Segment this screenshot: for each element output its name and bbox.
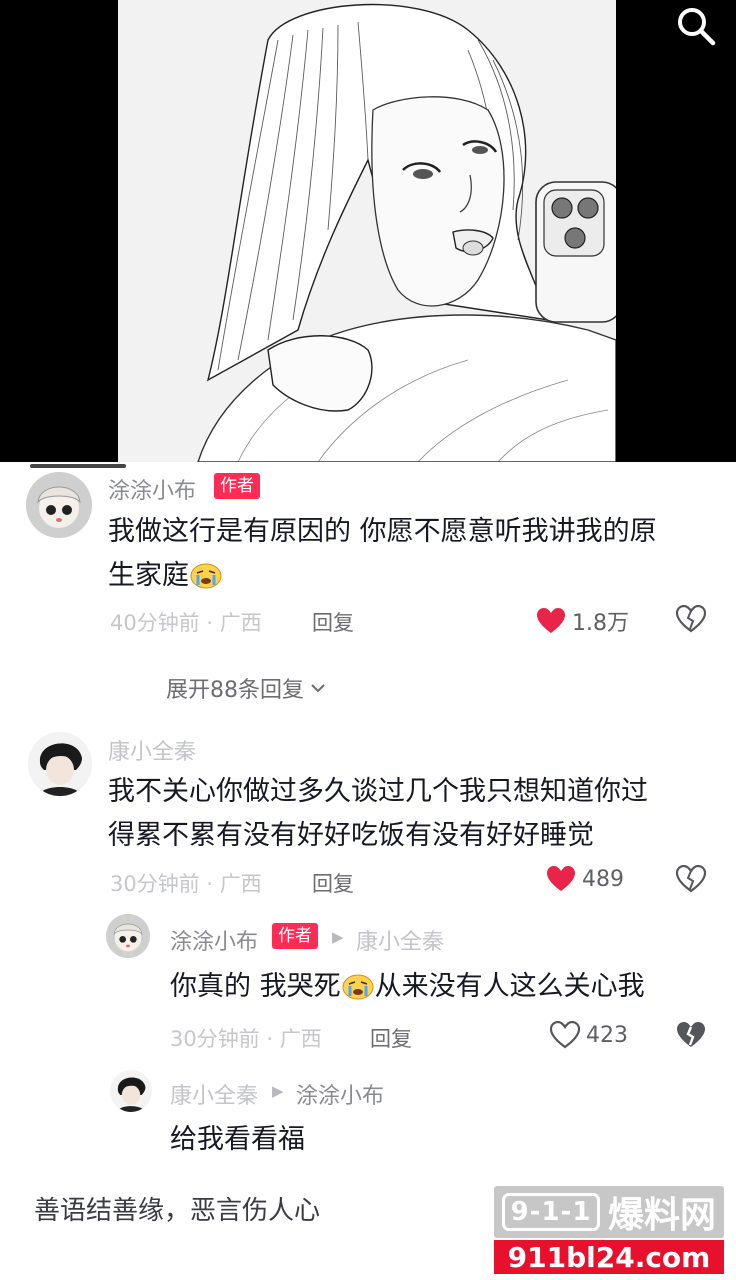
reply-to-username[interactable]: 涂涂小布	[296, 1078, 384, 1110]
reply-button[interactable]: 回复	[370, 1023, 412, 1053]
dislike-button[interactable]	[675, 604, 707, 637]
avatar[interactable]	[106, 914, 150, 958]
like-button[interactable]: 489	[546, 865, 624, 893]
comment-time: 30分钟前	[110, 872, 200, 896]
reply-text: 你真的 我哭死 从来没有人这么关心我	[170, 965, 710, 1009]
reply-username[interactable]: 康小全秦	[170, 1078, 258, 1110]
heart-icon	[537, 608, 565, 633]
comment-meta: 40分钟前 · 广西	[110, 607, 262, 637]
watermark-badge: 9-1-1	[502, 1193, 600, 1231]
heart-icon	[547, 866, 575, 891]
reply-button[interactable]: 回复	[312, 607, 354, 637]
like-button[interactable]: 1.8万	[536, 605, 629, 637]
comment-username[interactable]: 涂涂小布	[108, 473, 196, 505]
crying-face-emoji	[342, 974, 374, 1000]
watermark: 9-1-1 爆料网 911bl24.com	[494, 1186, 724, 1274]
dislike-button[interactable]	[675, 864, 707, 897]
like-count: 423	[586, 1022, 628, 1048]
meta-dot: ·	[206, 872, 214, 896]
avatar-image	[26, 472, 92, 538]
reply-text-part1: 你真的 我哭死	[170, 971, 341, 1002]
reply-time: 30分钟前	[170, 1027, 260, 1051]
reply-button[interactable]: 回复	[312, 868, 354, 898]
meta-dot: ·	[206, 611, 214, 635]
play-arrow-icon: ▶	[332, 928, 344, 946]
dislike-button[interactable]	[676, 1021, 706, 1053]
watermark-name: 爆料网	[608, 1195, 717, 1236]
chevron-down-icon	[311, 684, 325, 693]
broken-heart-icon	[675, 864, 707, 893]
author-badge: 作者	[214, 473, 260, 499]
comment-text: 我不关心你做过多久谈过几个我只想知道你过 得累不累有没有好好吃饭有没有好好睡觉	[108, 770, 718, 858]
reply-username[interactable]: 涂涂小布	[170, 924, 258, 956]
avatar-image	[28, 732, 92, 796]
play-arrow-icon: ▶	[272, 1082, 284, 1100]
comment-input-placeholder[interactable]: 善语结善缘，恶言伤人心	[34, 1190, 320, 1227]
avatar[interactable]	[26, 472, 92, 538]
avatar-image	[110, 1070, 152, 1112]
expand-replies-button[interactable]: 展开88条回复	[166, 672, 326, 704]
watermark-url: 911bl24.com	[494, 1240, 724, 1274]
reply-location: 广西	[279, 1027, 322, 1051]
comment-text-line2: 得累不累有没有好好吃饭有没有好好睡觉	[108, 820, 594, 851]
comment-text-line2: 生家庭	[108, 554, 708, 598]
crying-face-emoji	[190, 563, 222, 589]
like-button[interactable]: 423	[550, 1021, 628, 1049]
sketch-photo	[118, 0, 616, 462]
expand-replies-label: 展开88条回复	[166, 678, 304, 703]
search-icon	[678, 8, 716, 46]
reply-text: 给我看看福	[170, 1124, 305, 1155]
author-badge: 作者	[272, 923, 318, 949]
comment-location: 广西	[219, 611, 262, 635]
comment-text-line1: 我做这行是有原因的 你愿不愿意听我讲我的原	[108, 516, 657, 547]
comment-text-line2-text: 生家庭	[108, 560, 189, 591]
comment-text: 我做这行是有原因的 你愿不愿意听我讲我的原 生家庭	[108, 510, 708, 598]
broken-heart-icon	[677, 1022, 705, 1047]
comment-meta: 30分钟前 · 广西	[110, 868, 262, 898]
sketch-illustration	[118, 0, 616, 462]
watermark-logo: 9-1-1 爆料网	[494, 1186, 724, 1238]
like-count: 489	[582, 866, 624, 892]
reply-to-username[interactable]: 康小全秦	[356, 924, 444, 956]
avatar[interactable]	[110, 1070, 152, 1112]
video-player[interactable]	[0, 0, 736, 462]
search-button[interactable]	[674, 4, 718, 48]
sheet-handle[interactable]	[30, 464, 126, 468]
meta-dot: ·	[266, 1027, 274, 1051]
avatar-image	[106, 914, 150, 958]
reply-meta: 30分钟前 · 广西	[170, 1023, 322, 1053]
comment-location: 广西	[219, 872, 262, 896]
comment-username[interactable]: 康小全秦	[108, 734, 196, 766]
broken-heart-icon	[675, 604, 707, 633]
reply-text-part2: 从来没有人这么关心我	[374, 971, 645, 1002]
heart-icon	[550, 1021, 580, 1049]
avatar[interactable]	[28, 732, 92, 796]
comment-time: 40分钟前	[110, 611, 200, 635]
like-count: 1.8万	[572, 611, 629, 636]
comment-text-line1: 我不关心你做过多久谈过几个我只想知道你过	[108, 776, 648, 807]
